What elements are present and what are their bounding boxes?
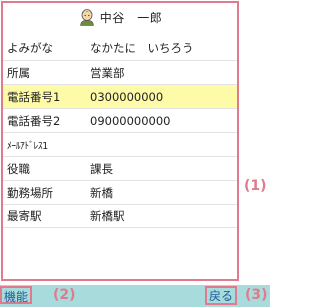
field-value: 09000000000 (90, 113, 171, 128)
field-label: 勤務場所 (7, 185, 53, 200)
field-label: よみがな (7, 41, 53, 55)
field-row-yomigana[interactable]: よみがな なかたに いちろう (3, 36, 237, 60)
bottom-toolbar: 機能 戻る (0, 285, 270, 307)
field-row-phone2[interactable]: 電話番号2 09000000000 (3, 108, 237, 132)
person-icon (79, 9, 94, 26)
annotation-function-marker: (2) (53, 287, 76, 303)
field-list: よみがな なかたに いちろう 所属 営業部 電話番号1 0300000000 電… (3, 36, 237, 228)
function-button[interactable]: 機能 (0, 286, 33, 304)
field-label: 電話番号1 (7, 89, 61, 104)
field-value: 0300000000 (90, 89, 164, 104)
contact-header: 中谷 一郎 (3, 7, 237, 27)
field-row-email1[interactable]: ﾒｰﾙｱﾄﾞﾚｽ1 (3, 132, 237, 156)
annotation-back-marker: (3) (245, 287, 268, 303)
field-label: 所属 (7, 65, 30, 80)
field-value: 新橋駅 (90, 209, 125, 223)
contact-detail-panel: 中谷 一郎 よみがな なかたに いちろう 所属 営業部 電話番号1 030000… (1, 1, 239, 281)
field-label: 電話番号2 (7, 113, 61, 128)
field-label: 最寄駅 (7, 209, 42, 223)
field-value: 営業部 (90, 65, 125, 80)
back-button[interactable]: 戻る (205, 286, 238, 305)
field-row-department[interactable]: 所属 営業部 (3, 60, 237, 84)
field-row-position[interactable]: 役職 課長 (3, 156, 237, 180)
annotation-detail-marker: (1) (244, 178, 267, 194)
field-value: 課長 (90, 161, 113, 176)
field-row-phone1[interactable]: 電話番号1 0300000000 (3, 84, 237, 108)
field-label: ﾒｰﾙｱﾄﾞﾚｽ1 (7, 140, 48, 152)
field-row-nearest-station[interactable]: 最寄駅 新橋駅 (3, 204, 237, 228)
field-row-workplace[interactable]: 勤務場所 新橋 (3, 180, 237, 204)
field-value: 新橋 (90, 185, 113, 200)
contact-name: 中谷 一郎 (99, 10, 163, 25)
field-value: なかたに いちろう (90, 41, 194, 55)
field-label: 役職 (7, 161, 30, 176)
